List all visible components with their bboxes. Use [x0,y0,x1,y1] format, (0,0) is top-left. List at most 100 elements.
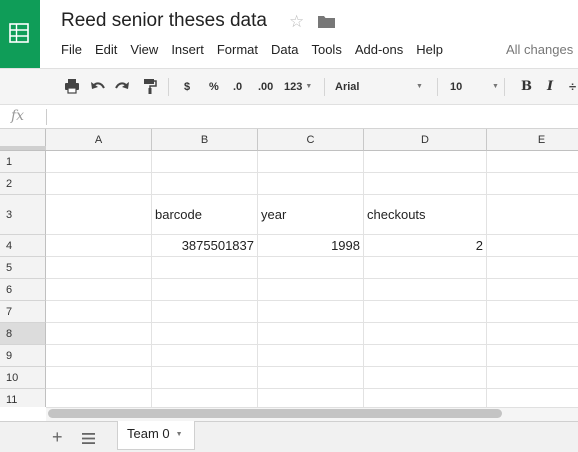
cell-a8[interactable] [46,323,152,345]
cell-b7[interactable] [152,301,258,323]
row-header-2[interactable]: 2 [0,173,46,195]
menu-data[interactable]: Data [271,42,298,57]
cell-b1[interactable] [152,151,258,173]
cell-d6[interactable] [364,279,487,301]
font-size-select[interactable]: 10 ▼ [450,78,500,96]
row-header-9[interactable]: 9 [0,345,46,367]
cell-a5[interactable] [46,257,152,279]
cell-c2[interactable] [258,173,364,195]
row-header-5[interactable]: 5 [0,257,46,279]
cell-e10[interactable] [487,367,578,389]
menu-view[interactable]: View [130,42,158,57]
column-header-b[interactable]: B [152,129,258,151]
cell-e8[interactable] [487,323,578,345]
undo-button[interactable] [90,78,106,96]
cell-c1[interactable] [258,151,364,173]
cell-e2[interactable] [487,173,578,195]
currency-format-button[interactable]: $ [184,78,190,96]
row-header-6[interactable]: 6 [0,279,46,301]
cell-a4[interactable] [46,235,152,257]
cell-c10[interactable] [258,367,364,389]
cell-a10[interactable] [46,367,152,389]
all-sheets-menu-icon[interactable] [82,431,95,449]
cell-b9[interactable] [152,345,258,367]
star-icon[interactable]: ☆ [289,12,304,32]
row-header-4[interactable]: 4 [0,235,46,257]
cell-c6[interactable] [258,279,364,301]
cell-e3[interactable] [487,195,578,235]
italic-button[interactable]: I [547,78,553,96]
row-header-1[interactable]: 1 [0,151,46,173]
cell-e11[interactable] [487,389,578,407]
sheet-tab-active[interactable]: Team 0 ▼ [117,421,195,450]
redo-button[interactable] [114,78,130,96]
cell-c3[interactable]: year [258,195,364,235]
cell-b5[interactable] [152,257,258,279]
add-sheet-icon[interactable]: + [52,428,63,446]
column-header-e[interactable]: E [487,129,578,151]
cell-a11[interactable] [46,389,152,407]
cell-b10[interactable] [152,367,258,389]
cell-a2[interactable] [46,173,152,195]
sheets-logo[interactable] [0,0,40,68]
menu-insert[interactable]: Insert [171,42,204,57]
cell-b11[interactable] [152,389,258,407]
more-formats-button[interactable]: 123 ▼ [284,78,312,96]
cell-b8[interactable] [152,323,258,345]
column-header-a[interactable]: A [46,129,152,151]
menu-add-ons[interactable]: Add-ons [355,42,403,57]
row-header-8[interactable]: 8 [0,323,46,345]
menu-file[interactable]: File [61,42,82,57]
column-header-d[interactable]: D [364,129,487,151]
strikethrough-button[interactable]: ÷ [569,78,576,96]
cell-d2[interactable] [364,173,487,195]
row-header-3[interactable]: 3 [0,195,46,235]
print-button[interactable] [64,78,80,96]
cell-e9[interactable] [487,345,578,367]
percent-format-button[interactable]: % [209,78,219,96]
cell-c5[interactable] [258,257,364,279]
cell-a1[interactable] [46,151,152,173]
document-title[interactable]: Reed senior theses data [61,10,267,32]
cell-b6[interactable] [152,279,258,301]
horizontal-scrollbar-thumb[interactable] [48,409,502,418]
cell-b4[interactable]: 3875501837 [152,235,258,257]
cell-a6[interactable] [46,279,152,301]
cell-a9[interactable] [46,345,152,367]
cell-c9[interactable] [258,345,364,367]
menu-edit[interactable]: Edit [95,42,117,57]
cell-e1[interactable] [487,151,578,173]
cell-e4[interactable] [487,235,578,257]
menu-tools[interactable]: Tools [311,42,341,57]
cell-c7[interactable] [258,301,364,323]
cell-e6[interactable] [487,279,578,301]
cell-d5[interactable] [364,257,487,279]
cell-b3[interactable]: barcode [152,195,258,235]
folder-icon[interactable] [318,15,335,33]
cell-d10[interactable] [364,367,487,389]
cell-c8[interactable] [258,323,364,345]
cell-d3[interactable]: checkouts [364,195,487,235]
cell-b2[interactable] [152,173,258,195]
cell-a7[interactable] [46,301,152,323]
font-family-select[interactable]: Arial ▼ [335,78,435,96]
cell-d9[interactable] [364,345,487,367]
save-status[interactable]: All changes [506,42,573,57]
cell-e5[interactable] [487,257,578,279]
row-header-11[interactable]: 11 [0,389,46,407]
cell-a3[interactable] [46,195,152,235]
cell-e7[interactable] [487,301,578,323]
cell-d7[interactable] [364,301,487,323]
formula-input[interactable] [52,109,572,125]
column-header-c[interactable]: C [258,129,364,151]
cell-c11[interactable] [258,389,364,407]
cell-c4[interactable]: 1998 [258,235,364,257]
menu-format[interactable]: Format [217,42,258,57]
menu-help[interactable]: Help [416,42,443,57]
row-header-7[interactable]: 7 [0,301,46,323]
paint-format-button[interactable] [143,78,157,96]
cell-d8[interactable] [364,323,487,345]
cell-d4[interactable]: 2 [364,235,487,257]
select-all-corner[interactable] [0,129,46,151]
increase-decimal-button[interactable]: .00 [258,78,273,96]
